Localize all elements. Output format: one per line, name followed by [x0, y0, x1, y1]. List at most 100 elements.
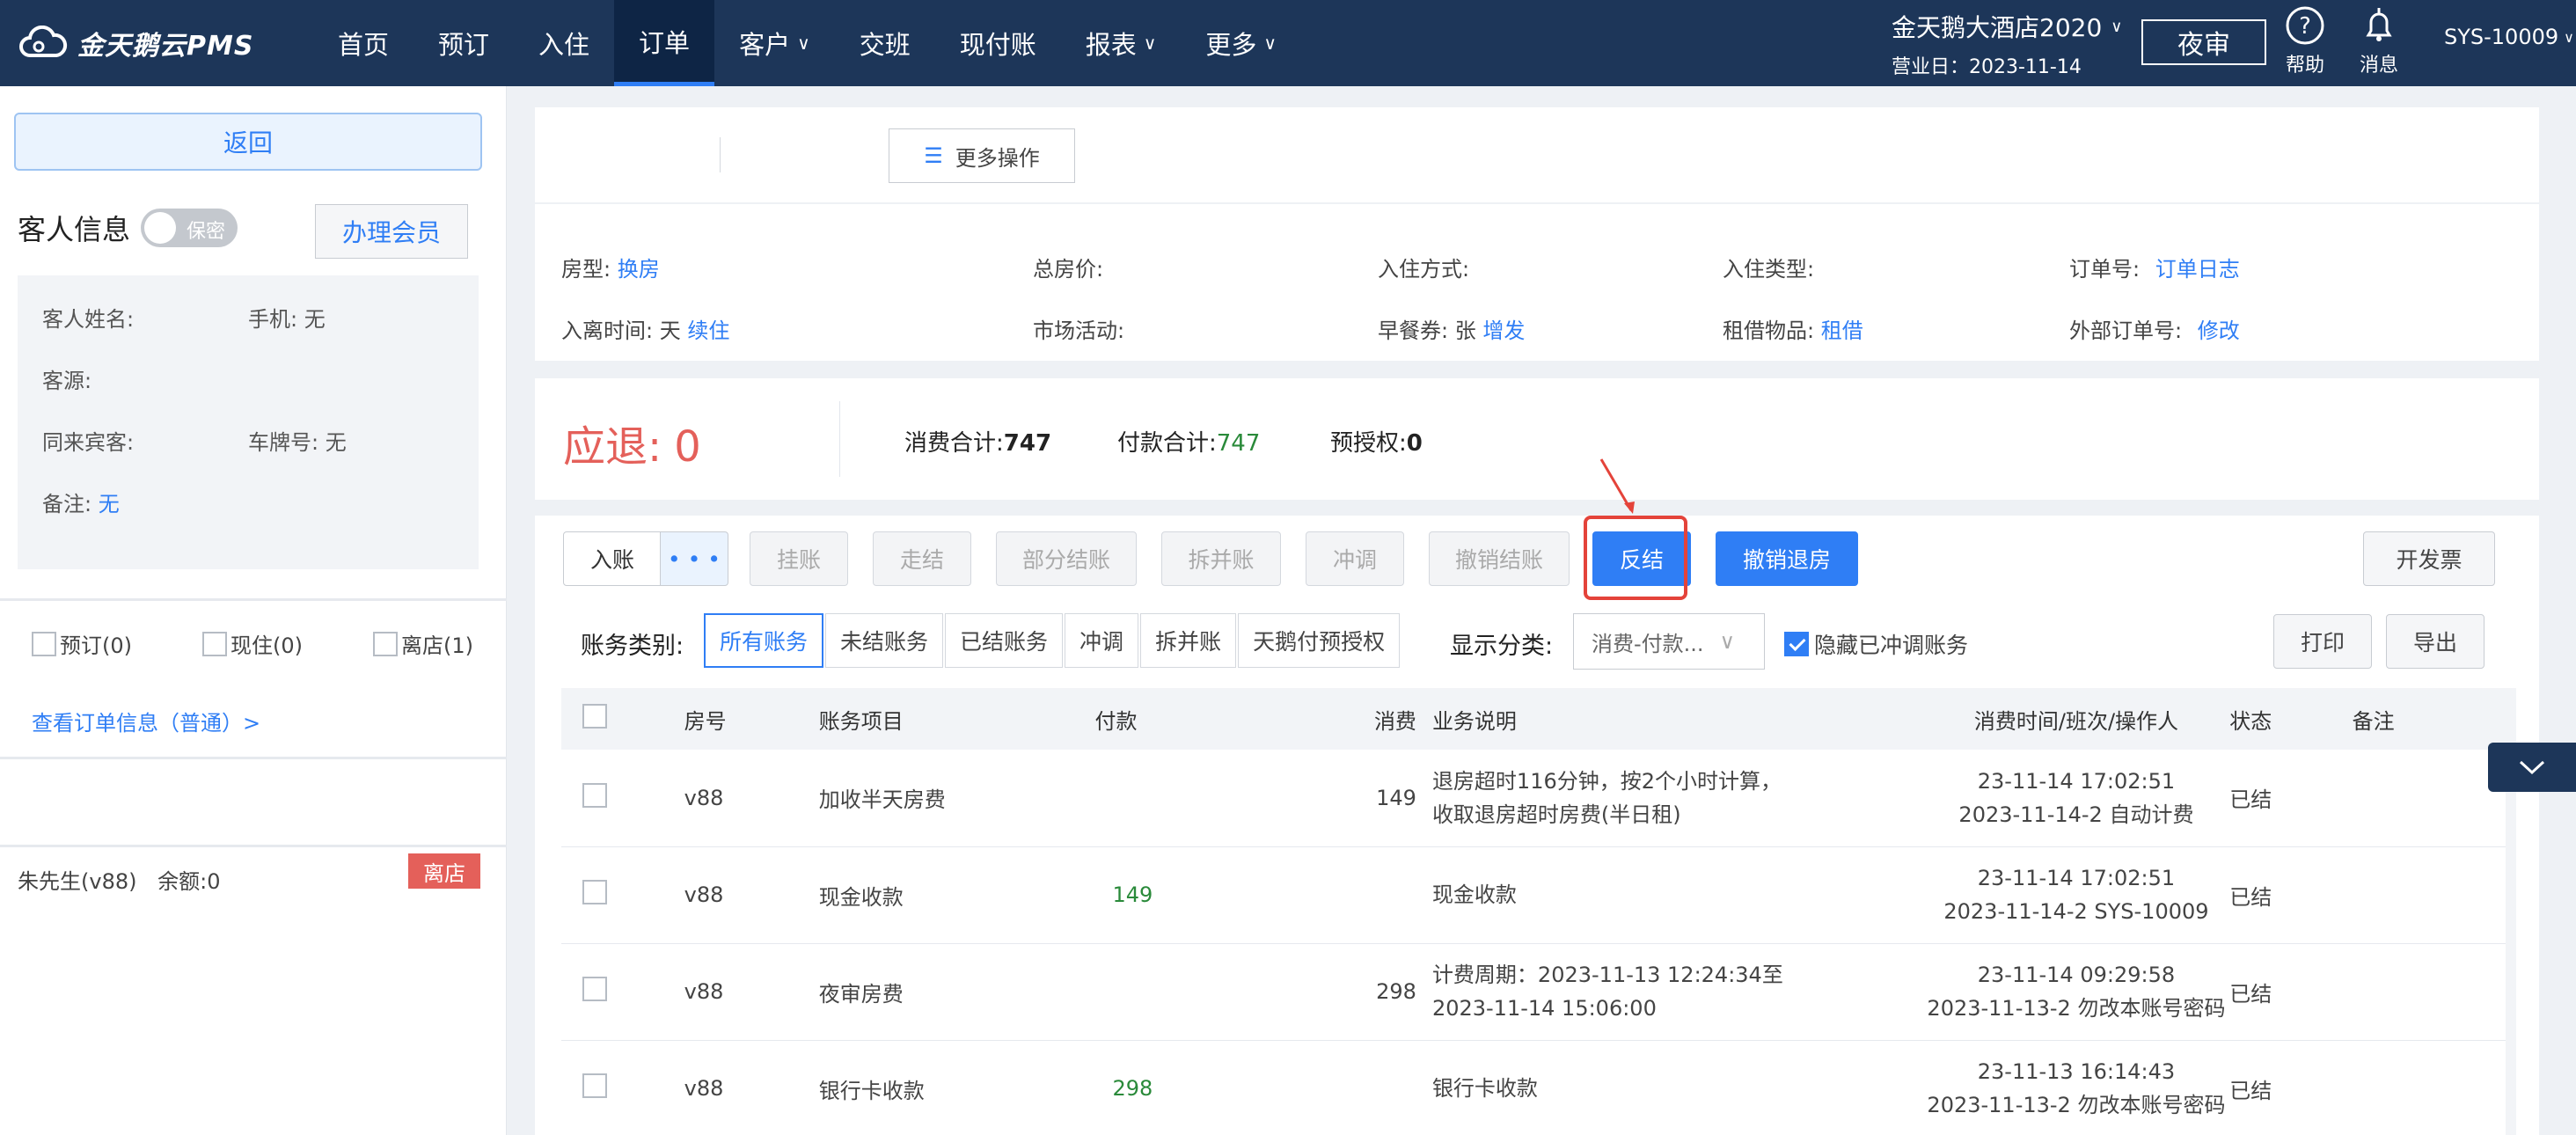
tab-preauth[interactable]: 天鹅付预授权 — [1238, 613, 1401, 668]
column-header-description[interactable]: 业务说明 — [1431, 688, 1923, 750]
tab-adjusted[interactable]: 冲调 — [1065, 613, 1139, 668]
column-header-payment[interactable]: 付款 — [1094, 688, 1259, 750]
nav-item-home[interactable]: 首页 — [313, 0, 413, 86]
brand-logo[interactable]: 金天鹅云PMS — [18, 19, 253, 67]
payment-amount: 298 — [1112, 1076, 1153, 1101]
cell-description: 计费周期：2023-11-13 12:24:34至 2023-11-14 15:0… — [1431, 943, 1923, 1041]
display-select[interactable]: 消费-付款... ∨ — [1573, 613, 1765, 670]
select-all-checkbox[interactable] — [582, 704, 607, 729]
room-number: v88 — [684, 882, 724, 907]
filter-departed-checkbox[interactable] — [373, 631, 398, 656]
row-checkbox[interactable] — [582, 977, 607, 1001]
cell-remark — [2352, 750, 2506, 847]
member-button[interactable]: 办理会员 — [315, 204, 468, 259]
row-checkbox[interactable] — [582, 1073, 607, 1098]
collapse-panel-button[interactable] — [2488, 743, 2576, 792]
cell-time-operator: 23-11-13 16:14:43 2023-11-13-2 勿改本账号密码 — [1922, 1040, 2230, 1135]
cell-payment: 298 — [1094, 1040, 1259, 1135]
nav-item-more[interactable]: 更多 ∨ — [1181, 0, 1301, 86]
nav-item-orders[interactable]: 订单 — [614, 0, 715, 86]
privacy-toggle-label: 保密 — [187, 221, 226, 243]
privacy-toggle[interactable]: 保密 — [141, 209, 238, 247]
remark-value-link[interactable]: 无 — [99, 492, 120, 516]
cell-item: 银行卡收款 — [818, 1040, 1095, 1135]
cell-status: 已结 — [2229, 846, 2353, 944]
more-dots-button[interactable]: • • • — [660, 531, 728, 586]
hang-account-button[interactable]: 挂账 — [750, 531, 848, 586]
nav-item-shift[interactable]: 交班 — [835, 0, 935, 86]
brand-name: 金天鹅云PMS — [77, 31, 254, 62]
rental-link[interactable]: 租借 — [1821, 319, 1863, 343]
rental-label: 租借物品: — [1723, 319, 1815, 343]
export-button[interactable]: 导出 — [2386, 614, 2485, 669]
nav-item-checkin[interactable]: 入住 — [514, 0, 614, 86]
row-checkbox[interactable] — [582, 782, 607, 808]
issue-breakfast-link[interactable]: 增发 — [1482, 319, 1525, 343]
companions-label: 同来宾客: — [42, 430, 135, 455]
walk-settle-button[interactable]: 走结 — [873, 531, 971, 586]
back-button[interactable]: 返回 — [14, 113, 482, 171]
nav-item-cash-account[interactable]: 现付账 — [935, 0, 1061, 86]
column-header-time-shift-operator[interactable]: 消费时间/班次/操作人 — [1922, 688, 2230, 750]
hide-adjusted-option[interactable]: 隐藏已冲调账务 — [1784, 628, 1968, 660]
display-label: 显示分类: — [1450, 633, 1554, 660]
adjust-button[interactable]: 冲调 — [1306, 531, 1404, 586]
cancel-checkout-button[interactable]: 撤销退房 — [1716, 531, 1858, 586]
more-operations-button[interactable]: ☰ 更多操作 — [889, 128, 1075, 183]
column-header-consumption[interactable]: 消费 — [1258, 688, 1432, 750]
cancel-settle-button[interactable]: 撤销结账 — [1429, 531, 1570, 586]
nav-item-label: 客户 — [739, 30, 791, 60]
hide-adjusted-checkbox[interactable] — [1784, 632, 1809, 656]
edit-external-order-link[interactable]: 修改 — [2198, 319, 2240, 343]
order-log-link[interactable]: 订单日志 — [2155, 257, 2240, 282]
table-row[interactable]: v88 现金收款 149 现金收款 23-11-14 17:02:51 2023-11-1… — [561, 846, 2506, 944]
filter-departed[interactable]: 离店(1) — [373, 628, 473, 659]
stay-time-field: 入离时间: 天 续住 — [561, 313, 729, 344]
column-header-status[interactable]: 状态 — [2229, 688, 2353, 750]
hotel-selector[interactable]: 金天鹅大酒店2020 ∨ 营业日：2023-11-14 — [1892, 9, 2122, 79]
nav-item-label: 入住 — [538, 30, 590, 60]
extend-stay-link[interactable]: 续住 — [687, 319, 729, 343]
tab-all[interactable]: 所有账务 — [704, 613, 824, 668]
category-label: 账务类别: — [581, 633, 684, 660]
cell-payment — [1094, 750, 1259, 847]
row-checkbox[interactable] — [582, 880, 607, 904]
guest-list-item[interactable]: 朱先生(v88) 余额:0 离店 — [18, 853, 480, 895]
column-header-item[interactable]: 账务项目 — [818, 688, 1095, 750]
nav-item-reports[interactable]: 报表 ∨ — [1061, 0, 1182, 86]
nav-item-booking[interactable]: 预订 — [413, 0, 514, 86]
main-nav: 首页 预订 入住 订单 客户 ∨ 交班 现付账 报表 ∨ 更多 ∨ — [313, 0, 1301, 86]
table-row[interactable]: v88 夜审房费 298 计费周期：2023-11-13 12:24:34至 2023-… — [561, 943, 2506, 1041]
table-row[interactable]: v88 加收半天房费 149 退房超时116分钟，按2个小时计算， 收取退房超时房费(半… — [561, 750, 2506, 847]
invoice-button[interactable]: 开发票 — [2363, 531, 2495, 586]
filter-inhouse[interactable]: 现住(0) — [202, 628, 303, 659]
chevron-down-icon — [2519, 760, 2545, 775]
column-header-remark[interactable]: 备注 — [2352, 688, 2506, 750]
tab-split-merge[interactable]: 拆并账 — [1140, 613, 1237, 668]
view-order-info-link[interactable]: 查看订单信息（普通）> — [32, 706, 260, 736]
print-button[interactable]: 打印 — [2273, 614, 2372, 669]
split-merge-button[interactable]: 拆并账 — [1161, 531, 1281, 586]
sidebar: 返回 客人信息 保密 办理会员 客人姓名: 手机: 无 客源: 同来宾客: 车牌… — [0, 86, 507, 1135]
stay-time-label: 入离时间: — [561, 319, 654, 343]
user-menu[interactable]: SYS-10009 ∨ — [2444, 25, 2574, 49]
cell-description: 银行卡收款 — [1431, 1040, 1923, 1135]
messages-button[interactable]: 消息 — [2344, 4, 2414, 77]
change-room-link[interactable]: 换房 — [618, 257, 660, 282]
night-audit-button[interactable]: 夜审 — [2141, 19, 2266, 65]
table-row[interactable]: v88 银行卡收款 298 银行卡收款 23-11-13 16:14:43 2023-11… — [561, 1040, 2506, 1135]
filter-reserved[interactable]: 预订(0) — [32, 628, 132, 659]
remark-label: 备注: — [42, 492, 92, 516]
filter-reserved-checkbox[interactable] — [32, 631, 56, 656]
post-charge-button[interactable]: 入账 — [563, 531, 662, 586]
hotel-name: 金天鹅大酒店2020 — [1892, 13, 2103, 42]
row-select-cell — [561, 750, 635, 847]
timestamp: 23-11-14 17:02:51 — [1977, 866, 2176, 890]
help-button[interactable]: ? 帮助 — [2270, 4, 2340, 77]
filter-inhouse-checkbox[interactable] — [202, 631, 227, 656]
partial-settle-button[interactable]: 部分结账 — [996, 531, 1137, 586]
tab-unsettled[interactable]: 未结账务 — [825, 613, 944, 668]
column-header-room[interactable]: 房号 — [634, 688, 819, 750]
nav-item-customers[interactable]: 客户 ∨ — [714, 0, 835, 86]
tab-settled[interactable]: 已结账务 — [945, 613, 1064, 668]
